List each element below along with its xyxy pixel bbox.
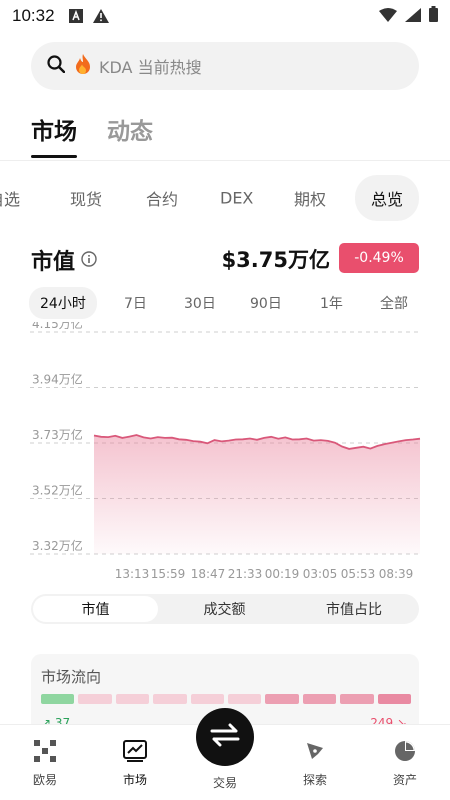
flow-bar-segment	[302, 694, 337, 704]
x-tick-label: 00:19	[265, 567, 300, 581]
flow-bar-segment	[377, 694, 412, 704]
sub-tab-futures[interactable]: 合约	[146, 186, 178, 210]
range-90d[interactable]: 90日	[250, 293, 282, 313]
nav-trade-label: 交易	[212, 776, 237, 790]
sub-tab-overview[interactable]: 总览	[355, 175, 420, 221]
search-placeholder: KDA 当前热搜	[99, 58, 202, 77]
nav-explore[interactable]: 探索	[285, 739, 345, 788]
range-1y[interactable]: 1年	[320, 293, 343, 313]
chart-area-fill	[94, 435, 420, 554]
market-chart-icon	[123, 739, 147, 763]
nav-market[interactable]: 市场	[105, 739, 165, 788]
range-24h[interactable]: 24小时	[29, 287, 97, 319]
metric-segmented-control: 市值 成交额 市值占比	[31, 594, 419, 624]
x-tick-label: 15:59	[151, 567, 186, 581]
x-tick-label: 13:13	[115, 567, 150, 581]
nav-assets[interactable]: 资产	[375, 739, 435, 788]
compass-icon	[304, 739, 326, 763]
time-range-tabs: 24小时 7日 30日 90日 1年 全部	[0, 287, 450, 319]
swap-arrows-icon	[210, 723, 240, 751]
x-tick-label: 03:05	[303, 567, 338, 581]
market-cap-heading: 市值	[31, 244, 97, 276]
fire-icon	[75, 54, 91, 78]
flow-bar-segment	[41, 694, 75, 704]
range-30d[interactable]: 30日	[184, 293, 216, 313]
sub-tabs: 自选 现货 合约 DEX 期权 总览	[0, 175, 450, 221]
flow-bar-segment	[78, 694, 112, 704]
flow-bar-segment	[115, 694, 150, 704]
search-bar[interactable]: KDA 当前热搜	[31, 42, 419, 90]
pie-chart-icon	[394, 739, 416, 763]
sub-tab-dex[interactable]: DEX	[220, 189, 253, 208]
app-notification-icon	[68, 9, 83, 23]
tab-feed[interactable]: 动态	[107, 112, 153, 158]
market-cap-value: $3.75万亿	[221, 248, 330, 272]
flow-bar-segment	[153, 694, 187, 704]
tab-market[interactable]: 市场	[31, 112, 77, 158]
market-cap-title: 市值	[31, 250, 76, 275]
y-tick-label: 3.52万亿	[32, 483, 83, 498]
nav-explore-label: 探索	[302, 773, 327, 787]
segment-dominance[interactable]: 市值占比	[291, 596, 417, 622]
okx-logo-icon	[34, 739, 56, 763]
nav-assets-label: 资产	[392, 773, 417, 787]
sub-tab-options[interactable]: 期权	[294, 186, 326, 210]
search-icon	[47, 55, 66, 77]
nav-market-label: 市场	[122, 773, 147, 787]
segment-volume[interactable]: 成交额	[162, 596, 287, 622]
wifi-icon	[379, 7, 397, 26]
market-flow-bars	[41, 694, 412, 704]
sub-tab-spot[interactable]: 现货	[70, 186, 102, 210]
y-tick-label: 4.15万亿	[32, 322, 83, 331]
segment-market-cap[interactable]: 市值	[33, 596, 158, 622]
warning-icon	[92, 9, 109, 23]
market-flow-title: 市场流向	[41, 668, 102, 686]
info-icon[interactable]	[81, 248, 97, 273]
y-tick-label: 3.32万亿	[32, 538, 83, 553]
x-tick-label: 08:39	[379, 567, 414, 581]
x-tick-label: 05:53	[341, 567, 376, 581]
battery-icon	[429, 6, 438, 26]
range-7d[interactable]: 7日	[124, 293, 147, 313]
nav-okx-label: 欧易	[32, 773, 57, 787]
change-badge: -0.49%	[339, 243, 419, 273]
main-tabs: 市场 动态	[31, 112, 153, 158]
flow-bar-segment	[265, 694, 299, 704]
flow-bar-segment	[190, 694, 225, 704]
sub-tab-favorites[interactable]: 自选	[0, 186, 20, 210]
x-tick-label: 21:33	[228, 567, 263, 581]
y-tick-label: 3.73万亿	[32, 427, 83, 442]
flow-bar-segment	[340, 694, 374, 704]
range-all[interactable]: 全部	[380, 293, 408, 313]
x-tick-label: 18:47	[191, 567, 226, 581]
flow-bar-segment	[228, 694, 262, 704]
status-time: 10:32	[12, 6, 55, 25]
status-bar: 10:32	[0, 0, 450, 32]
trade-button[interactable]	[196, 708, 254, 766]
y-tick-label: 3.94万亿	[32, 372, 83, 387]
divider	[0, 160, 450, 161]
market-cap-chart[interactable]: 4.15万亿 3.94万亿 3.73万亿 3.52万亿 3.32万亿 13:13 15:5…	[0, 322, 450, 587]
signal-icon	[405, 7, 421, 26]
nav-okx[interactable]: 欧易	[15, 739, 75, 788]
